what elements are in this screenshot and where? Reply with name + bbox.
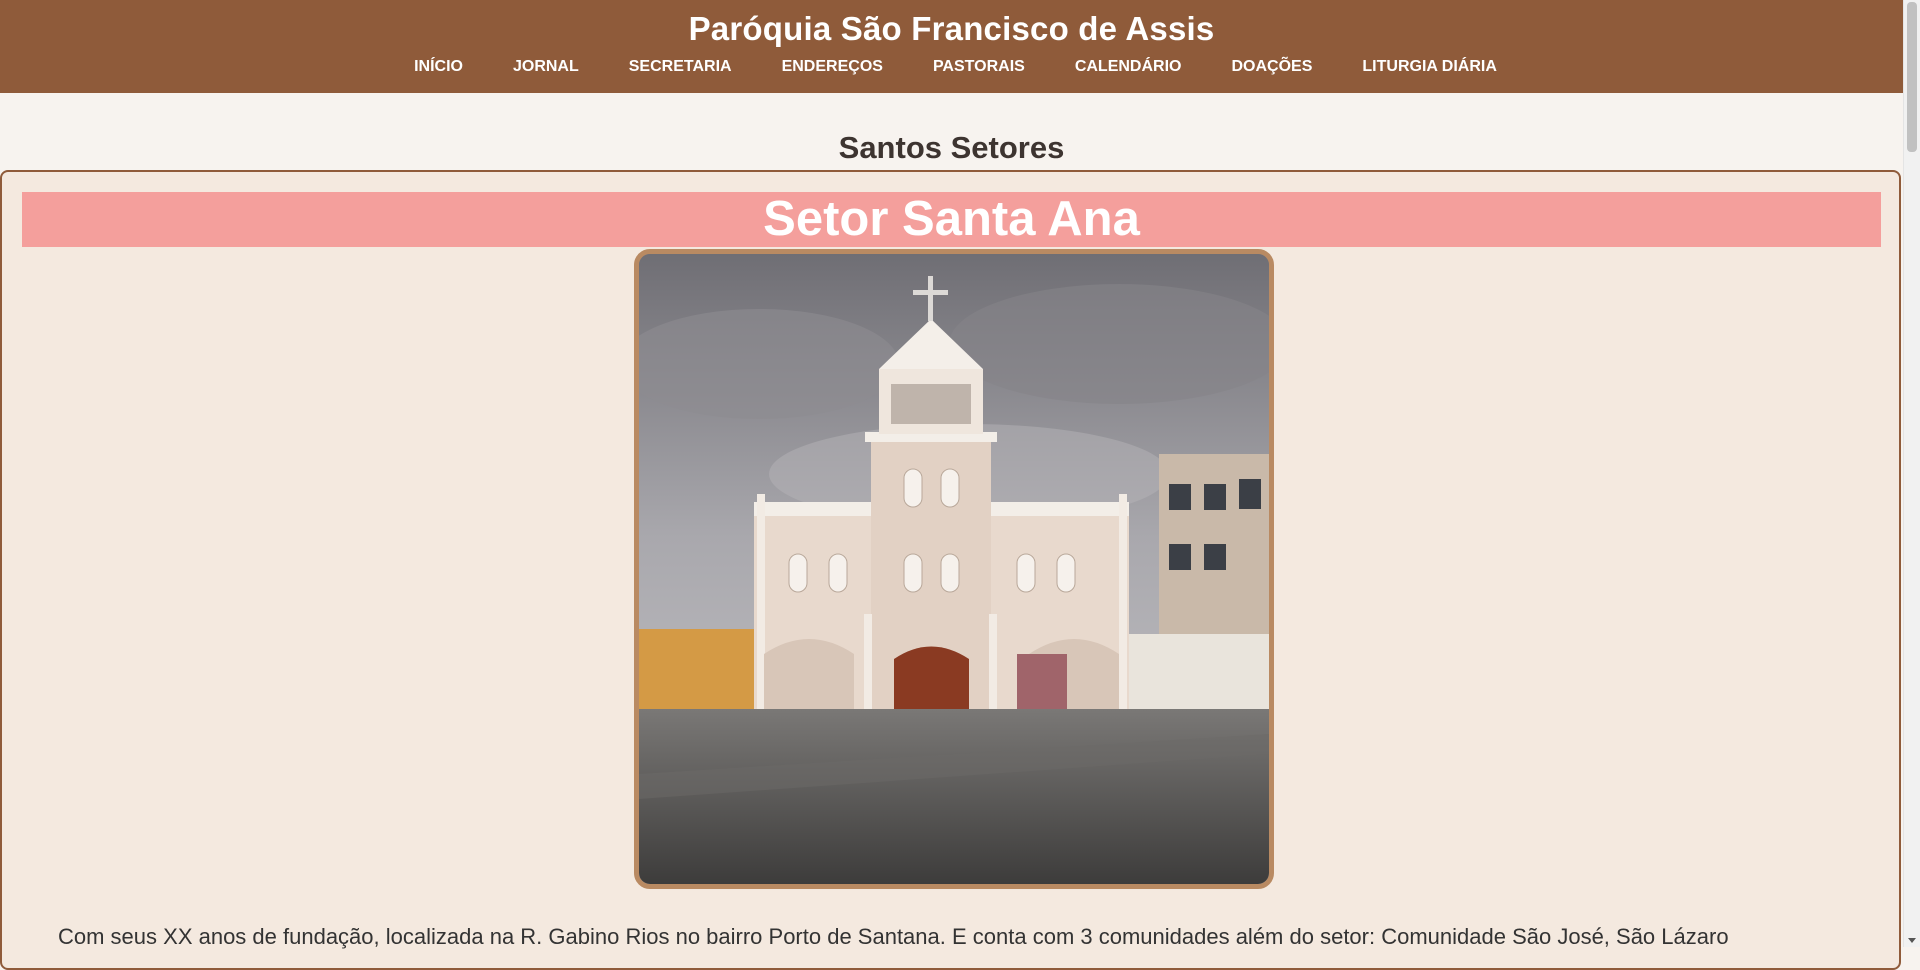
- sector-title: Setor Santa Ana: [22, 192, 1881, 247]
- main-nav: INÍCIO JORNAL SECRETARIA ENDEREÇOS PASTO…: [0, 58, 1903, 76]
- scroll-down-arrow-icon[interactable]: [1908, 938, 1916, 943]
- site-title[interactable]: Paróquia São Francisco de Assis: [0, 10, 1903, 48]
- nav-item-inicio[interactable]: INÍCIO: [414, 58, 463, 76]
- nav-item-secretaria[interactable]: SECRETARIA: [629, 58, 732, 76]
- nav-item-calendario[interactable]: CALENDÁRIO: [1075, 58, 1182, 76]
- page-title: Santos Setores: [838, 130, 1065, 165]
- scrollbar-thumb[interactable]: [1907, 2, 1917, 152]
- church-illustration: [639, 254, 1269, 884]
- site-header: Paróquia São Francisco de Assis INÍCIO J…: [0, 0, 1903, 93]
- nav-item-enderecos[interactable]: ENDEREÇOS: [782, 58, 883, 76]
- nav-item-jornal[interactable]: JORNAL: [513, 58, 579, 76]
- nav-item-doacoes[interactable]: DOAÇÕES: [1231, 58, 1312, 76]
- sector-church-photo: [634, 249, 1274, 889]
- sector-card: Setor Santa Ana Com seus XX anos de fund…: [0, 170, 1901, 970]
- nav-item-pastorais[interactable]: PASTORAIS: [933, 58, 1025, 76]
- page-scrollbar[interactable]: [1903, 0, 1920, 947]
- nav-item-liturgia-diaria[interactable]: LITURGIA DIÁRIA: [1362, 58, 1497, 76]
- sector-description: Com seus XX anos de fundação, localizada…: [58, 924, 1729, 949]
